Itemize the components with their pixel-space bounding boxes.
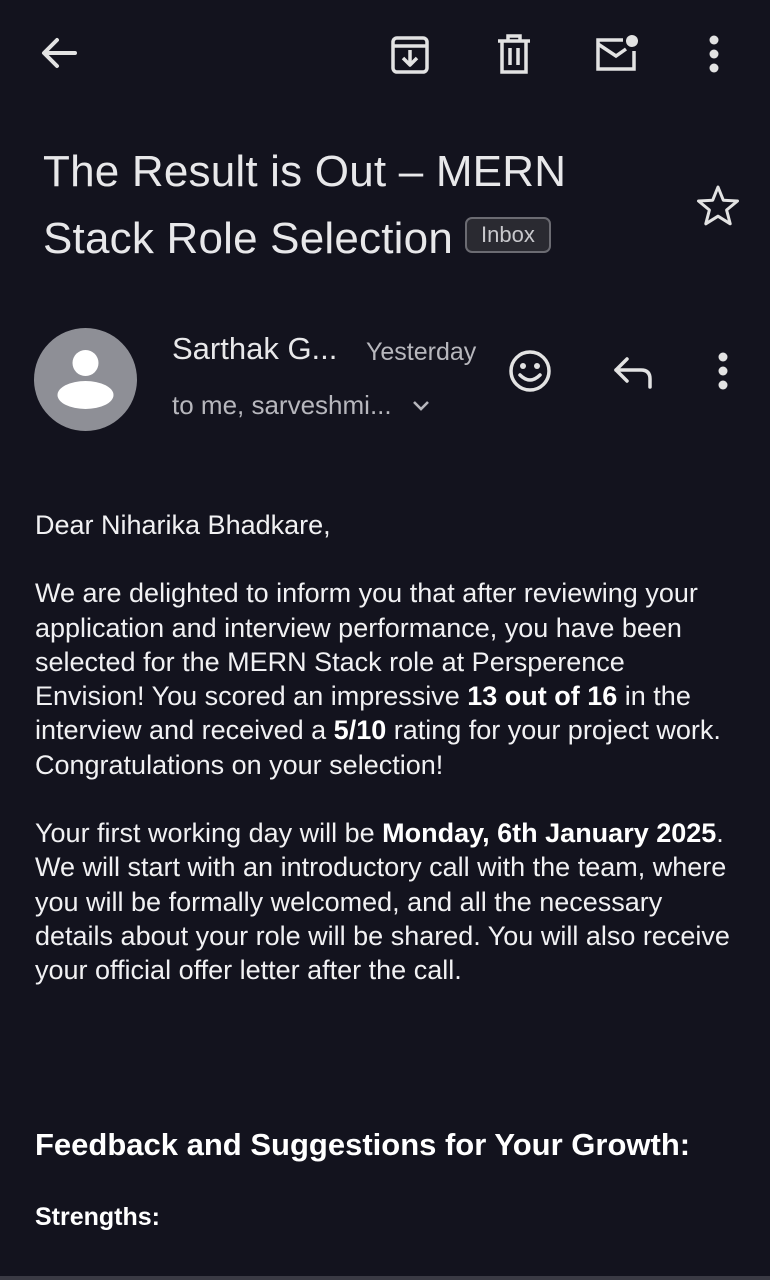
delete-button[interactable]	[490, 30, 538, 78]
subject-line-2-text: Stack Role Selection	[43, 214, 453, 263]
chevron-down-icon	[411, 387, 431, 421]
recipients-text: to me, sarveshmi...	[172, 390, 392, 420]
emoji-icon	[508, 349, 552, 393]
more-options-button[interactable]	[700, 30, 728, 78]
more-vert-icon	[717, 351, 729, 391]
strengths-heading: Strengths:	[35, 1203, 160, 1231]
star-button[interactable]	[694, 182, 742, 228]
more-vert-icon	[708, 34, 720, 74]
subject-line-2: Stack Role Selection Inbox	[43, 205, 663, 272]
body-paragraph-1: We are delighted to inform you that afte…	[35, 576, 740, 782]
p1-score: 13 out of 16	[467, 681, 618, 712]
greeting: Dear Niharika Bhadkare,	[35, 510, 331, 540]
sender-avatar[interactable]	[34, 328, 137, 431]
divider	[0, 1276, 770, 1280]
person-icon	[57, 350, 114, 409]
reply-button[interactable]	[609, 350, 657, 394]
star-icon	[696, 184, 740, 226]
email-view: The Result is Out – MERN Stack Role Sele…	[0, 0, 770, 1280]
email-subject: The Result is Out – MERN Stack Role Sele…	[43, 138, 663, 272]
sender-name[interactable]: Sarthak G...	[172, 330, 337, 368]
email-body: Dear Niharika Bhadkare, We are delighted…	[35, 508, 740, 988]
subject-line-1: The Result is Out – MERN	[43, 147, 567, 196]
feedback-heading: Feedback and Suggestions for Your Growth…	[35, 1127, 691, 1162]
p2-start-date: Monday, 6th January 2025	[382, 818, 717, 849]
p2-text-a: Your first working day will be	[35, 818, 383, 849]
add-reaction-button[interactable]	[505, 346, 555, 396]
body-paragraph-2: Your first working day will be Monday, 6…	[35, 816, 740, 987]
message-more-button[interactable]	[710, 348, 736, 394]
trash-icon	[494, 33, 534, 75]
recipients-toggle[interactable]: to me, sarveshmi...	[172, 388, 431, 424]
back-button[interactable]	[34, 30, 84, 76]
inbox-label-chip[interactable]: Inbox	[465, 217, 551, 254]
mark-unread-button[interactable]	[591, 30, 641, 78]
archive-icon	[389, 33, 431, 75]
mail-unread-icon	[593, 33, 639, 75]
reply-icon	[611, 352, 655, 392]
p1-rating: 5/10	[333, 715, 387, 746]
archive-button[interactable]	[386, 30, 434, 78]
email-date: Yesterday	[366, 338, 477, 366]
arrow-left-icon	[39, 33, 79, 73]
